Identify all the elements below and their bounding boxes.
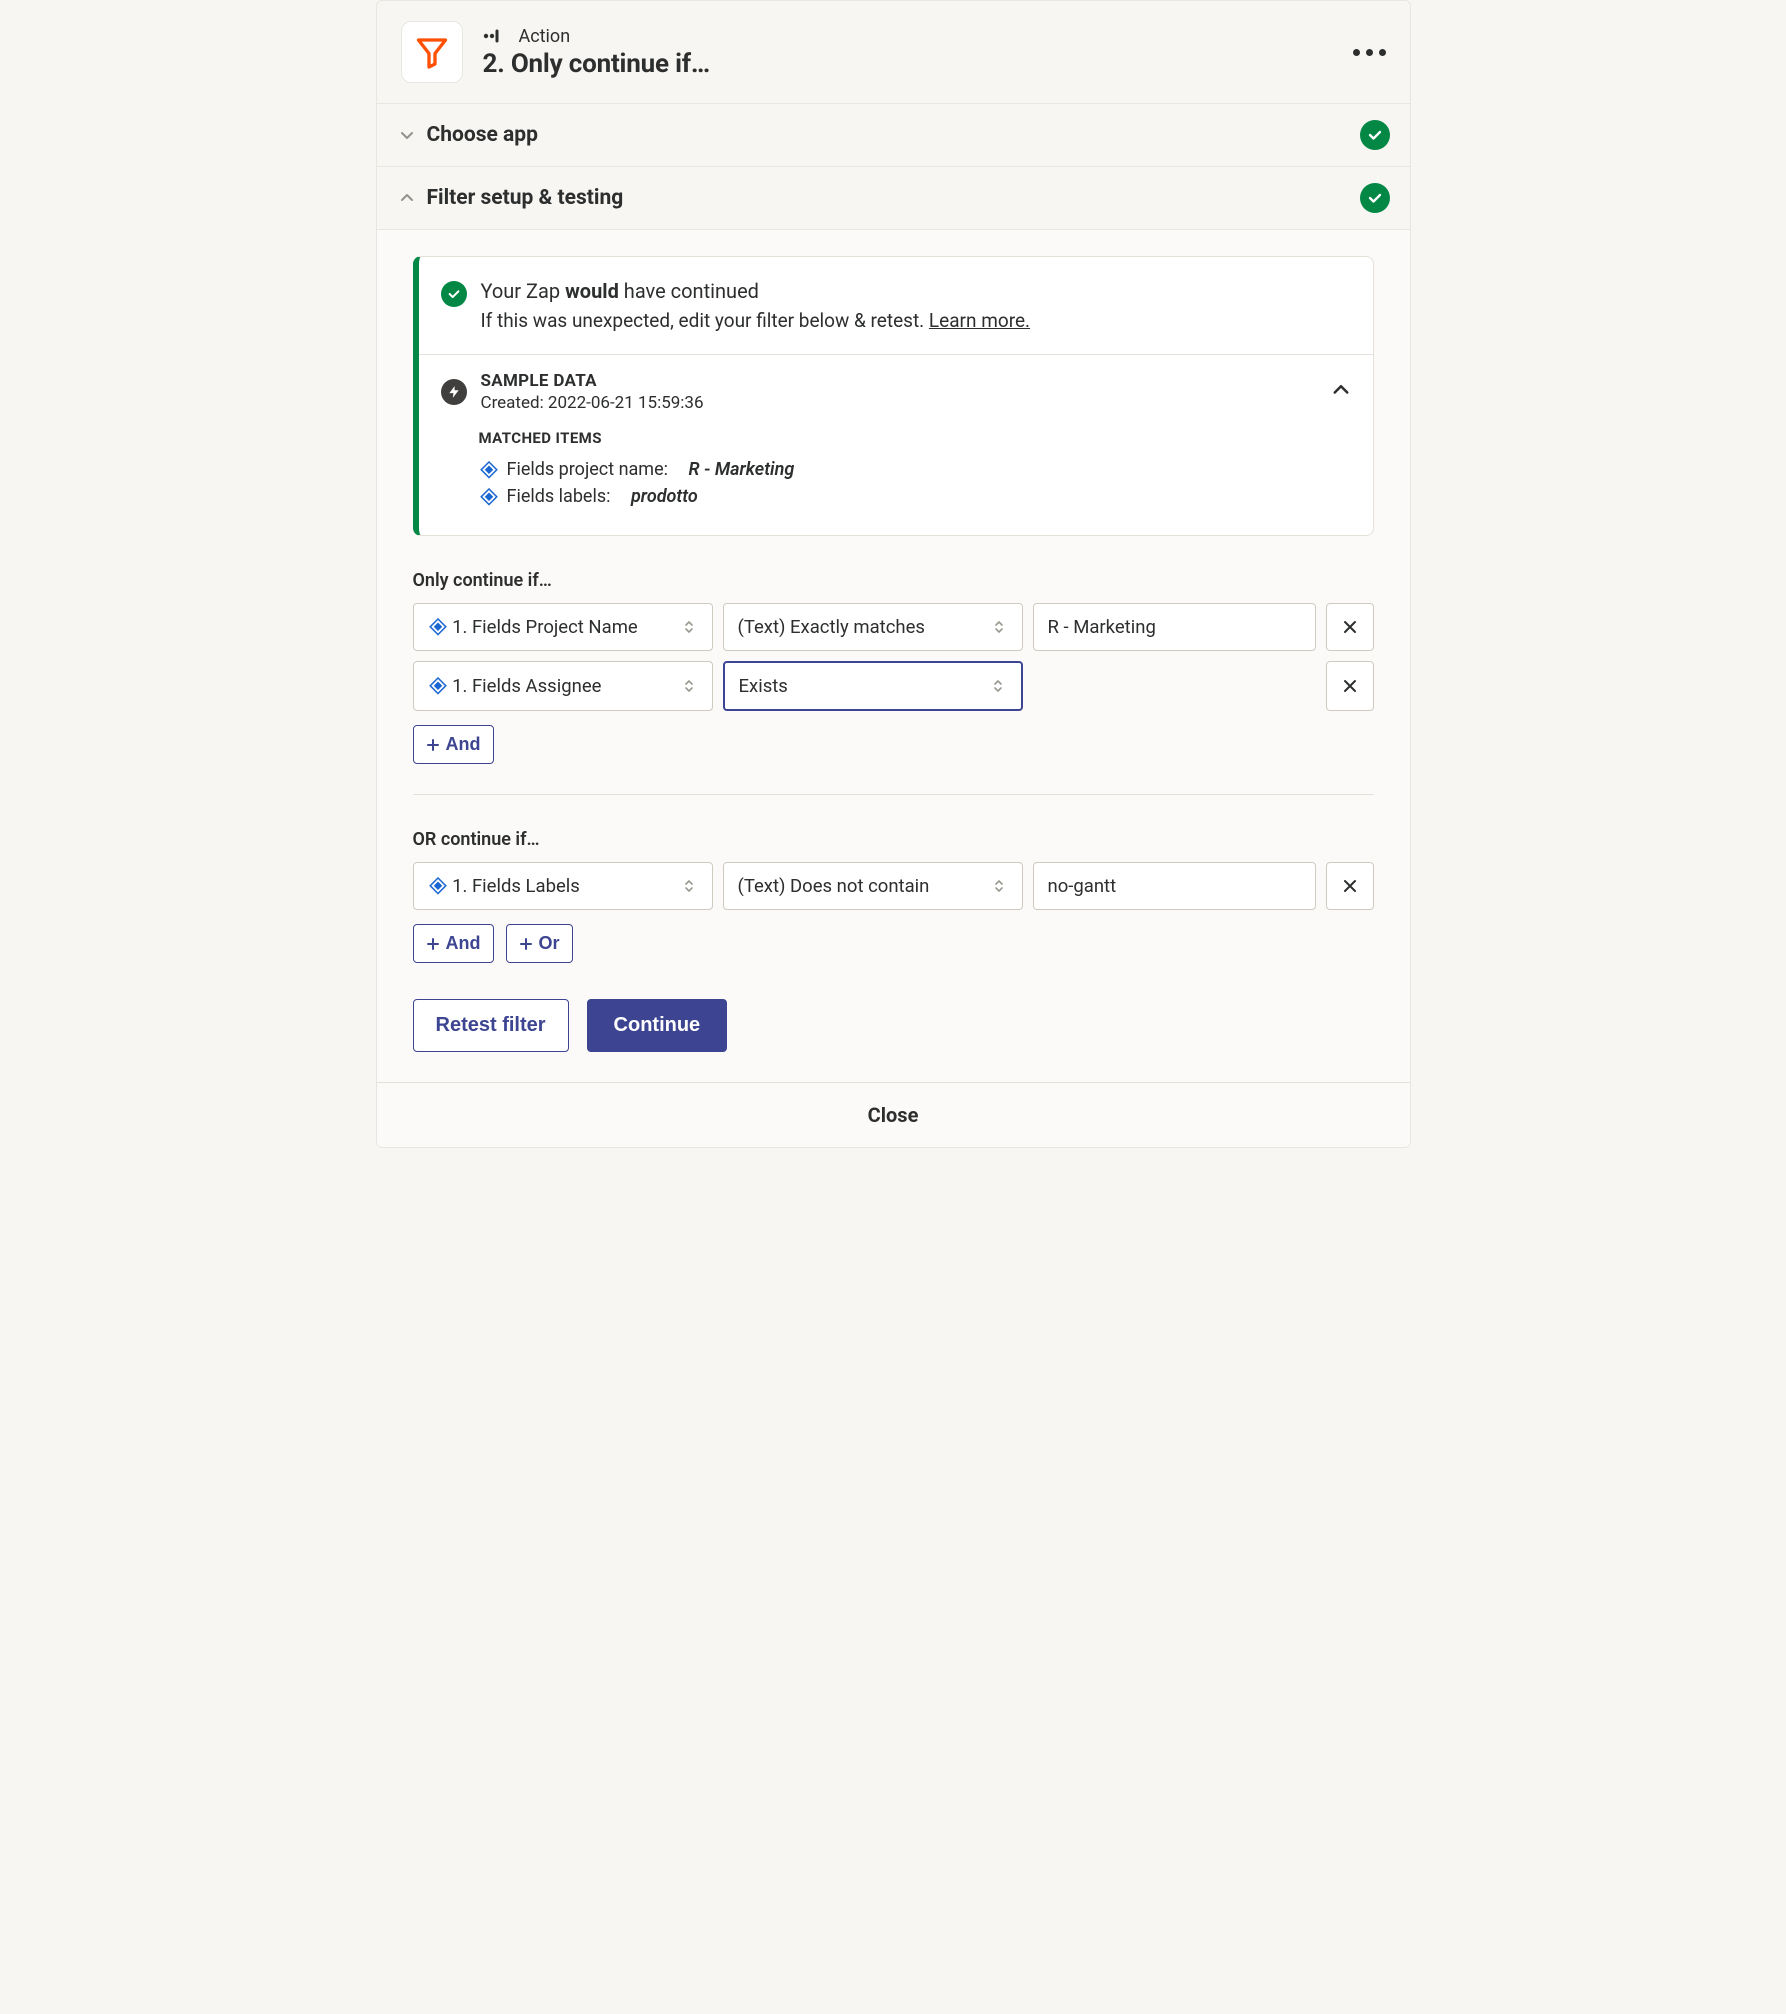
sample-data-toggle[interactable]: SAMPLE DATA Created: 2022-06-21 15:59:36 <box>419 355 1373 429</box>
sample-created: Created: 2022-06-21 15:59:36 <box>481 393 1317 413</box>
section-label: Filter setup & testing <box>427 186 1360 210</box>
result-check-icon <box>441 281 467 307</box>
retest-filter-button[interactable]: Retest filter <box>413 999 569 1052</box>
diamond-icon <box>428 617 448 637</box>
diamond-icon <box>428 676 448 696</box>
test-result-card: Your Zap would have continued If this wa… <box>413 256 1374 536</box>
matched-item: Fields labels: prodotto <box>479 486 1351 507</box>
section-filter-setup[interactable]: Filter setup & testing <box>377 167 1410 230</box>
select-indicator-icon <box>680 619 698 635</box>
close-icon <box>1342 619 1358 635</box>
rule-condition-value: Exists <box>739 675 788 697</box>
path-icon <box>483 28 509 44</box>
close-icon <box>1342 878 1358 894</box>
select-indicator-icon <box>990 619 1008 635</box>
diamond-icon <box>479 460 499 480</box>
filter-rule: 1. Fields Labels (Text) Does not contain… <box>413 862 1374 910</box>
header-title: 2. Only continue if… <box>483 49 1353 79</box>
rule-condition-select[interactable]: (Text) Exactly matches <box>723 603 1023 651</box>
learn-more-link[interactable]: Learn more. <box>929 309 1030 332</box>
section-label: Choose app <box>427 123 1360 147</box>
rule-value-text: no-gantt <box>1048 875 1117 897</box>
app-icon <box>401 21 463 83</box>
bolt-icon <box>441 379 467 405</box>
or-label: Or <box>539 933 560 954</box>
chevron-up-icon <box>1331 380 1351 404</box>
select-indicator-icon <box>990 878 1008 894</box>
matched-item: Fields project name: R - Marketing <box>479 459 1351 480</box>
select-indicator-icon <box>680 878 698 894</box>
rule-value-input[interactable]: no-gantt <box>1033 862 1316 910</box>
rule-field-value: 1. Fields Labels <box>452 875 580 897</box>
filter-funnel-icon <box>414 34 450 70</box>
status-check-icon <box>1360 120 1390 150</box>
chevron-down-icon <box>397 125 417 145</box>
filter-rule: 1. Fields Project Name (Text) Exactly ma… <box>413 603 1374 651</box>
select-indicator-icon <box>680 678 698 694</box>
close-icon <box>1342 678 1358 694</box>
filter-rule: 1. Fields Assignee Exists <box>413 661 1374 711</box>
remove-rule-button[interactable] <box>1326 862 1374 910</box>
more-menu-button[interactable] <box>1353 49 1386 56</box>
rule-field-select[interactable]: 1. Fields Labels <box>413 862 713 910</box>
rule-condition-value: (Text) Does not contain <box>738 875 930 897</box>
result-title: Your Zap would have continued <box>481 279 1031 303</box>
rule-condition-value: (Text) Exactly matches <box>738 616 925 638</box>
group-divider <box>413 794 1374 795</box>
header-kicker: Action <box>519 26 571 47</box>
rule-field-select[interactable]: 1. Fields Assignee <box>413 661 713 711</box>
chevron-up-icon <box>397 188 417 208</box>
diamond-icon <box>479 487 499 507</box>
plus-icon <box>426 937 440 951</box>
matched-item-value: R - Marketing <box>688 459 794 480</box>
matched-item-value: prodotto <box>631 486 698 507</box>
status-check-icon <box>1360 183 1390 213</box>
rule-field-select[interactable]: 1. Fields Project Name <box>413 603 713 651</box>
matched-item-label: Fields labels: <box>507 486 611 507</box>
and-label: And <box>446 933 481 954</box>
section-choose-app[interactable]: Choose app <box>377 104 1410 167</box>
rule-condition-select[interactable]: (Text) Does not contain <box>723 862 1023 910</box>
diamond-icon <box>428 876 448 896</box>
close-button[interactable]: Close <box>377 1082 1410 1147</box>
and-label: And <box>446 734 481 755</box>
filter-group-label: Only continue if… <box>413 570 1374 591</box>
continue-button[interactable]: Continue <box>587 999 728 1052</box>
rule-field-value: 1. Fields Assignee <box>452 675 601 697</box>
plus-icon <box>426 738 440 752</box>
filter-group-label: OR continue if… <box>413 829 1374 850</box>
plus-icon <box>519 937 533 951</box>
rule-condition-select[interactable]: Exists <box>723 661 1023 711</box>
rule-value-text: R - Marketing <box>1048 616 1156 638</box>
rule-value-input[interactable]: R - Marketing <box>1033 603 1316 651</box>
select-indicator-icon <box>989 678 1007 694</box>
add-or-button[interactable]: Or <box>506 924 573 963</box>
matched-items-title: MATCHED ITEMS <box>479 429 1351 447</box>
rule-field-value: 1. Fields Project Name <box>452 616 638 638</box>
remove-rule-button[interactable] <box>1326 661 1374 711</box>
sample-label: SAMPLE DATA <box>481 371 1317 391</box>
result-subtext: If this was unexpected, edit your filter… <box>481 309 1031 332</box>
add-and-button[interactable]: And <box>413 725 494 764</box>
add-and-button[interactable]: And <box>413 924 494 963</box>
remove-rule-button[interactable] <box>1326 603 1374 651</box>
matched-item-label: Fields project name: <box>507 459 669 480</box>
